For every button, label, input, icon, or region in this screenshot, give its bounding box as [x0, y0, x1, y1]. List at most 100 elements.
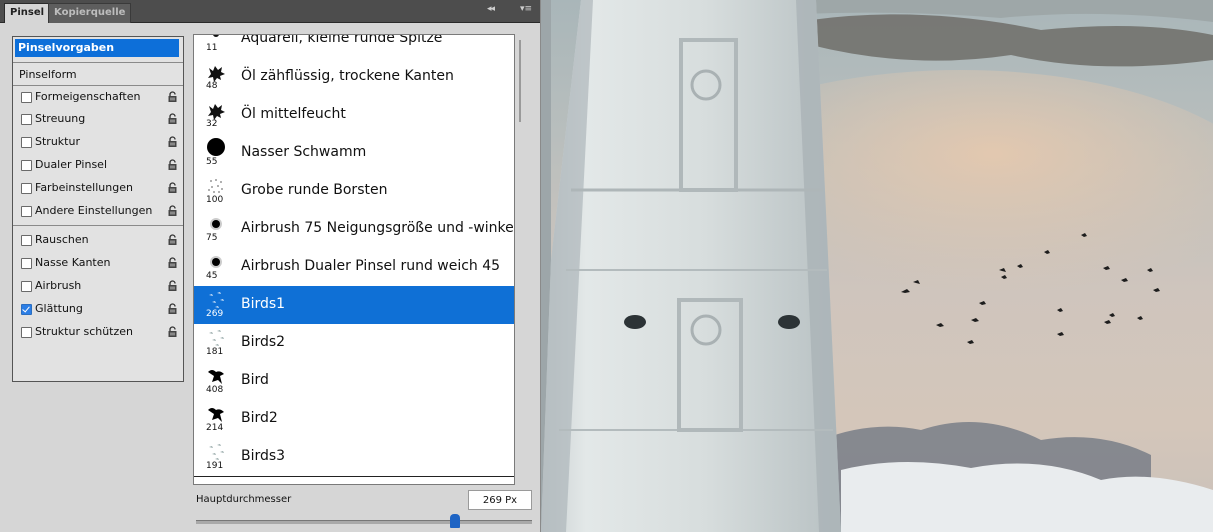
brush-size-label: 100 [206, 195, 224, 205]
option-label: Struktur schützen [35, 325, 134, 338]
lock-icon[interactable] [167, 205, 178, 217]
round-brush-icon [207, 138, 225, 156]
brush-preset-row[interactable]: 408 Bird [194, 362, 514, 401]
option-row[interactable]: Struktur schützen [21, 322, 181, 342]
brush-preset-list[interactable]: 11 Aquarell, kleine runde Spitze 48 Öl zähf… [193, 34, 515, 485]
option-label: Andere Einstellungen [35, 204, 153, 217]
option-row[interactable]: Glättung [21, 299, 181, 319]
tab-kopierquelle[interactable]: Kopierquelle [48, 3, 132, 23]
lock-icon[interactable] [167, 303, 178, 315]
brush-name-label: Airbrush 75 Neigungsgröße und -winkel [241, 220, 515, 236]
lock-icon[interactable] [167, 159, 178, 171]
brush-name-label: Bird [241, 372, 269, 388]
panel-menu-icon[interactable]: ▾≡ [520, 4, 532, 14]
brush-name-label: Grobe runde Borsten [241, 182, 388, 198]
option-label: Farbeinstellungen [35, 181, 133, 194]
brush-preset-row[interactable]: 48 Öl zähflüssig, trockene Kanten [194, 58, 514, 97]
brush-shape-item[interactable]: Pinselform [19, 65, 179, 85]
option-row[interactable]: Andere Einstellungen [21, 201, 181, 221]
option-label: Glättung [35, 302, 83, 315]
option-checkbox[interactable] [21, 92, 32, 103]
option-checkbox[interactable] [21, 114, 32, 125]
bird-icon [208, 370, 224, 384]
brush-name-label: Birds3 [241, 448, 286, 464]
option-checkbox[interactable] [21, 281, 32, 292]
option-row[interactable]: Rauschen [21, 230, 181, 250]
brush-size-label: 408 [206, 385, 224, 395]
brush-size-label: 11 [206, 43, 218, 53]
option-row[interactable]: Farbeinstellungen [21, 178, 181, 198]
lock-icon[interactable] [167, 280, 178, 292]
lock-icon[interactable] [167, 234, 178, 246]
splatter-icon [208, 104, 225, 120]
birds-scatter-icon [209, 330, 224, 346]
brush-size-label: 45 [206, 271, 218, 281]
option-row[interactable]: Struktur [21, 132, 181, 152]
brush-preset-row[interactable]: 11 Aquarell, kleine runde Spitze [194, 35, 514, 59]
panel-tab-bar: Pinsel Kopierquelle ◂◂ ▾≡ [0, 0, 540, 23]
lock-icon[interactable] [167, 91, 178, 103]
option-label: Nasse Kanten [35, 256, 111, 269]
lock-icon[interactable] [167, 326, 178, 338]
lock-icon[interactable] [167, 257, 178, 269]
divider [13, 85, 183, 86]
lock-icon[interactable] [167, 113, 178, 125]
brush-size-label: 55 [206, 157, 218, 167]
option-label: Struktur [35, 135, 80, 148]
collapse-panel-icon[interactable]: ◂◂ [487, 4, 495, 14]
option-checkbox[interactable] [21, 258, 32, 269]
lock-icon[interactable] [167, 136, 178, 148]
airbrush-icon [210, 256, 222, 268]
brush-panel: Pinsel Kopierquelle ◂◂ ▾≡ Pinselvorgaben… [0, 0, 541, 532]
option-checkbox[interactable] [21, 235, 32, 246]
option-row[interactable]: Streuung [21, 109, 181, 129]
option-label: Formeigenschaften [35, 90, 141, 103]
brush-preset-row[interactable]: 100 Grobe runde Borsten [194, 172, 514, 211]
lock-icon[interactable] [167, 182, 178, 194]
tab-pinsel[interactable]: Pinsel [4, 3, 51, 23]
option-checkbox[interactable] [21, 327, 32, 338]
option-checkbox[interactable] [21, 183, 32, 194]
canvas-image [541, 0, 1213, 532]
option-label: Streuung [35, 112, 86, 125]
brush-name-label: Öl zähflüssig, trockene Kanten [241, 68, 454, 84]
divider [13, 62, 183, 63]
option-checkbox[interactable] [21, 137, 32, 148]
brush-size-label: 48 [206, 81, 218, 91]
diameter-slider-thumb[interactable] [449, 514, 460, 528]
brush-presets-item[interactable]: Pinselvorgaben [15, 39, 179, 57]
brush-name-label: Airbrush Dualer Pinsel rund weich 45 [241, 258, 501, 274]
brush-shape-label: Pinselform [19, 68, 77, 81]
option-row[interactable]: Formeigenschaften [21, 87, 181, 107]
option-checkbox[interactable] [21, 304, 32, 315]
birds-scatter-icon [209, 292, 224, 308]
option-checkbox[interactable] [21, 206, 32, 217]
option-row[interactable]: Nasse Kanten [21, 253, 181, 273]
brush-preset-row[interactable]: 45 Airbrush Dualer Pinsel rund weich 45 [194, 248, 514, 287]
diameter-slider-track[interactable] [196, 520, 532, 524]
brush-size-label: 214 [206, 423, 224, 433]
brush-list-scrollbar[interactable] [519, 40, 521, 122]
option-row[interactable]: Airbrush [21, 276, 181, 296]
diameter-label: Hauptdurchmesser [196, 494, 292, 505]
splatter-icon [208, 66, 225, 82]
document-canvas[interactable] [541, 0, 1213, 532]
option-label: Rauschen [35, 233, 89, 246]
option-label: Airbrush [35, 279, 82, 292]
brush-preset-row[interactable]: 269 Birds1 [194, 286, 514, 325]
brush-preset-row[interactable]: 55 Nasser Schwamm [194, 134, 514, 173]
brush-preset-row[interactable]: 191 Birds3 [194, 438, 514, 477]
brush-name-label: Bird2 [241, 410, 278, 426]
option-checkbox[interactable] [21, 160, 32, 171]
option-label: Dualer Pinsel [35, 158, 107, 171]
brush-preset-row[interactable]: 32 Öl mittelfeucht [194, 96, 514, 135]
brush-size-label: 269 [206, 309, 224, 319]
diameter-input[interactable]: 269 Px [468, 490, 532, 510]
option-row[interactable]: Dualer Pinsel [21, 155, 181, 175]
brush-name-label: Nasser Schwamm [241, 144, 367, 160]
brush-preset-row[interactable]: 181 Birds2 [194, 324, 514, 363]
brush-preset-row[interactable]: 75 Airbrush 75 Neigungsgröße und -winkel [194, 210, 514, 249]
brush-preset-row[interactable]: 214 Bird2 [194, 400, 514, 439]
divider [13, 225, 183, 226]
brush-settings-list: Pinselvorgaben Pinselform Formeigenschaf… [12, 36, 184, 382]
